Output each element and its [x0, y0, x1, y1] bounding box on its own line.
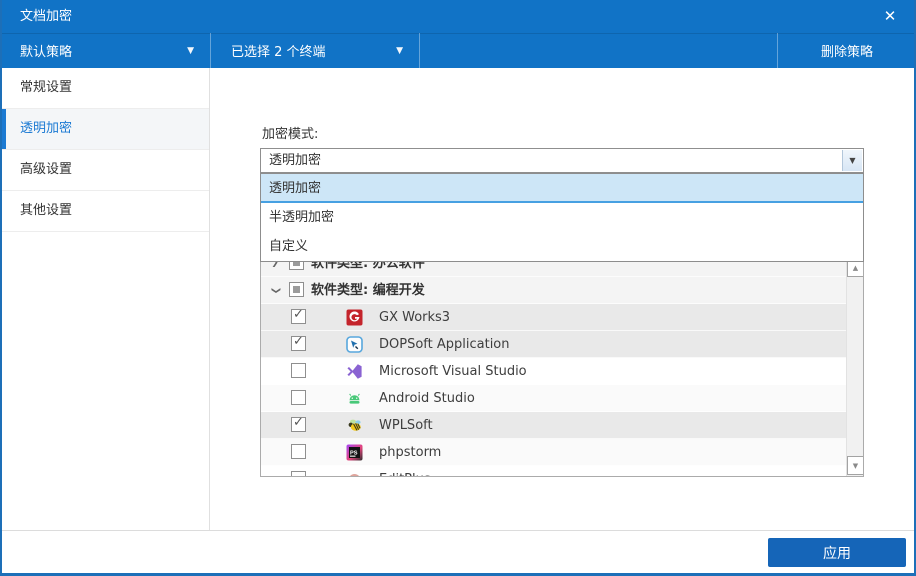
checkbox[interactable]	[291, 363, 306, 378]
check-icon: ✓	[293, 307, 304, 322]
sidebar-item-transparent-encryption[interactable]: 透明加密	[0, 109, 209, 150]
software-label: DOPSoft Application	[379, 331, 510, 358]
chevron-down-icon: ▼	[849, 149, 855, 172]
software-label: Android Studio	[379, 385, 475, 412]
dropdown-option[interactable]: 半透明加密	[261, 203, 863, 232]
software-row[interactable]: Microsoft Visual Studio	[261, 358, 846, 385]
software-row[interactable]: ✓ DOPSoft Application	[261, 331, 846, 358]
close-icon[interactable]: ✕	[878, 0, 902, 33]
checkbox[interactable]: ✓	[291, 417, 306, 432]
indeterminate-mark	[293, 286, 300, 293]
checkbox[interactable]	[291, 471, 306, 476]
gx-works3-icon	[346, 309, 363, 326]
software-list: ❯软件类型: 办公软件❯软件类型: 编程开发✓GX Works3✓DOPSoft…	[260, 249, 864, 477]
sidebar-item-label: 其他设置	[20, 203, 72, 218]
checkbox[interactable]: ✓	[291, 336, 306, 351]
dropdown-option[interactable]: 透明加密	[261, 174, 863, 203]
delete-policy-button[interactable]: 删除策略	[777, 33, 916, 68]
checkbox[interactable]	[291, 444, 306, 459]
checkbox[interactable]	[291, 390, 306, 405]
dropdown-option[interactable]: 自定义	[261, 232, 863, 261]
chevron-down-icon: ▼	[187, 46, 194, 56]
software-label: WPLSoft	[379, 412, 433, 439]
sidebar-item-advanced-settings[interactable]: 高级设置	[0, 150, 209, 191]
sidebar-item-general-settings[interactable]: 常规设置	[0, 68, 209, 109]
scrollbar[interactable]: ▲ ▼	[846, 250, 863, 476]
checkbox[interactable]	[289, 282, 304, 297]
policy-dropdown-label: 默认策略	[20, 41, 72, 60]
sidebar-item-label: 透明加密	[20, 121, 72, 136]
android-studio-icon	[346, 390, 363, 407]
title-bar: 文档加密 ✕	[0, 0, 916, 33]
chevron-down-icon: ▼	[396, 46, 403, 56]
window-border-left	[0, 0, 2, 576]
apply-button[interactable]: 应用	[768, 538, 906, 567]
software-label: EditPlus	[379, 466, 431, 476]
delete-policy-label: 删除策略	[821, 41, 873, 60]
toolbar-spacer	[420, 33, 777, 68]
encryption-mode-label: 加密模式:	[262, 123, 318, 142]
check-icon: ✓	[293, 334, 304, 349]
wplsoft-icon	[346, 417, 363, 434]
check-icon: ✓	[293, 415, 304, 430]
terminal-dropdown-label: 已选择 2 个终端	[231, 41, 326, 60]
software-list-rows: ❯软件类型: 办公软件❯软件类型: 编程开发✓GX Works3✓DOPSoft…	[261, 250, 846, 476]
svg-text:PS: PS	[350, 450, 358, 456]
select-dropdown-button[interactable]: ▼	[842, 150, 862, 171]
encryption-mode-select[interactable]: 透明加密 ▼	[260, 148, 864, 173]
software-row[interactable]: ✓ WPLSoft	[261, 412, 846, 439]
editplus-icon	[346, 471, 363, 476]
document-encryption-window: 文档加密 ✕ 默认策略 ▼ 已选择 2 个终端 ▼ 删除策略 常规设置 透明加密…	[0, 0, 916, 576]
category-label: 软件类型: 编程开发	[311, 277, 425, 304]
encryption-mode-dropdown-list: 透明加密半透明加密自定义	[260, 173, 864, 262]
sidebar-item-label: 常规设置	[20, 80, 72, 95]
sidebar-item-label: 高级设置	[20, 162, 72, 177]
policy-dropdown[interactable]: 默认策略 ▼	[0, 33, 211, 68]
software-label: GX Works3	[379, 304, 450, 331]
footer-divider	[0, 530, 916, 531]
software-label: phpstorm	[379, 439, 441, 466]
software-label: Microsoft Visual Studio	[379, 358, 527, 385]
chevron-down-icon[interactable]: ❯	[262, 285, 289, 297]
page-title: 文档加密	[20, 0, 72, 33]
category-row[interactable]: ❯ 软件类型: 编程开发	[261, 277, 846, 304]
scroll-down-icon[interactable]: ▼	[847, 456, 864, 475]
software-row[interactable]: Android Studio	[261, 385, 846, 412]
settings-sidebar: 常规设置 透明加密 高级设置 其他设置	[0, 68, 210, 530]
visual-studio-icon	[346, 363, 363, 380]
encryption-mode-value: 透明加密	[269, 153, 321, 168]
terminal-dropdown[interactable]: 已选择 2 个终端 ▼	[211, 33, 420, 68]
phpstorm-icon: PS	[346, 444, 363, 461]
software-row[interactable]: EditPlus	[261, 466, 846, 476]
dopsoft-icon	[346, 336, 363, 353]
software-row[interactable]: ✓ GX Works3	[261, 304, 846, 331]
software-row[interactable]: PS phpstorm	[261, 439, 846, 466]
policy-toolbar: 默认策略 ▼ 已选择 2 个终端 ▼ 删除策略	[0, 33, 916, 68]
checkbox[interactable]: ✓	[291, 309, 306, 324]
sidebar-item-other-settings[interactable]: 其他设置	[0, 191, 209, 232]
